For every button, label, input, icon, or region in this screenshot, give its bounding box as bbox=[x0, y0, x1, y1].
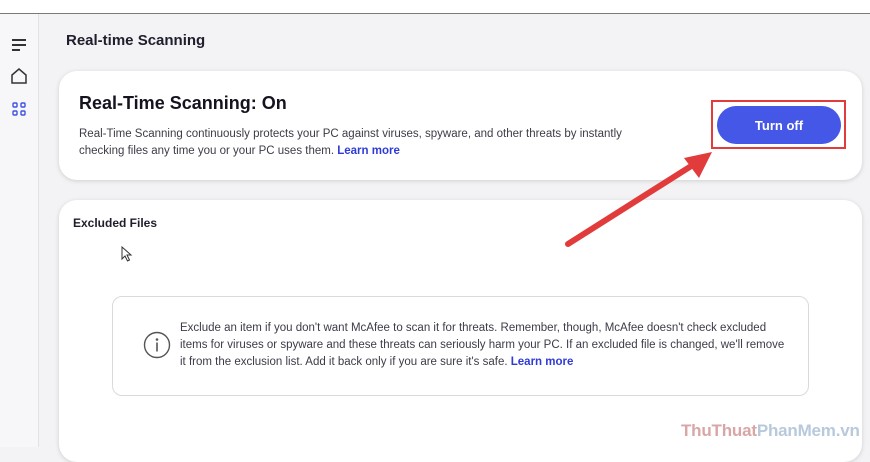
page-title: Real-time Scanning bbox=[66, 32, 206, 49]
annotation-highlight-box bbox=[711, 100, 846, 149]
learn-more-link[interactable]: Learn more bbox=[337, 145, 400, 157]
watermark-part-1: ThuThuat bbox=[681, 421, 757, 440]
home-icon[interactable] bbox=[8, 65, 30, 87]
exclusion-info-box: Exclude an item if you don't want McAfee… bbox=[112, 296, 809, 396]
watermark-part-2: PhanMem bbox=[756, 421, 836, 440]
learn-more-link-exclusions[interactable]: Learn more bbox=[511, 356, 574, 368]
menu-icon[interactable] bbox=[8, 34, 30, 56]
info-icon bbox=[143, 331, 171, 359]
watermark-part-3: .vn bbox=[835, 421, 860, 440]
status-description: Real-Time Scanning continuously protects… bbox=[79, 126, 669, 160]
mouse-cursor-icon bbox=[121, 246, 133, 262]
watermark: ThuThuatPhanMem.vn bbox=[681, 421, 860, 441]
sidebar bbox=[0, 14, 39, 447]
excluded-files-heading: Excluded Files bbox=[73, 216, 158, 230]
exclusion-info-text: Exclude an item if you don't want McAfee… bbox=[180, 320, 790, 371]
exclusion-info-body: Exclude an item if you don't want McAfee… bbox=[180, 322, 785, 368]
top-divider bbox=[0, 13, 870, 14]
apps-grid-icon[interactable] bbox=[8, 98, 30, 120]
status-heading: Real-Time Scanning: On bbox=[79, 93, 287, 113]
top-band bbox=[0, 0, 870, 13]
